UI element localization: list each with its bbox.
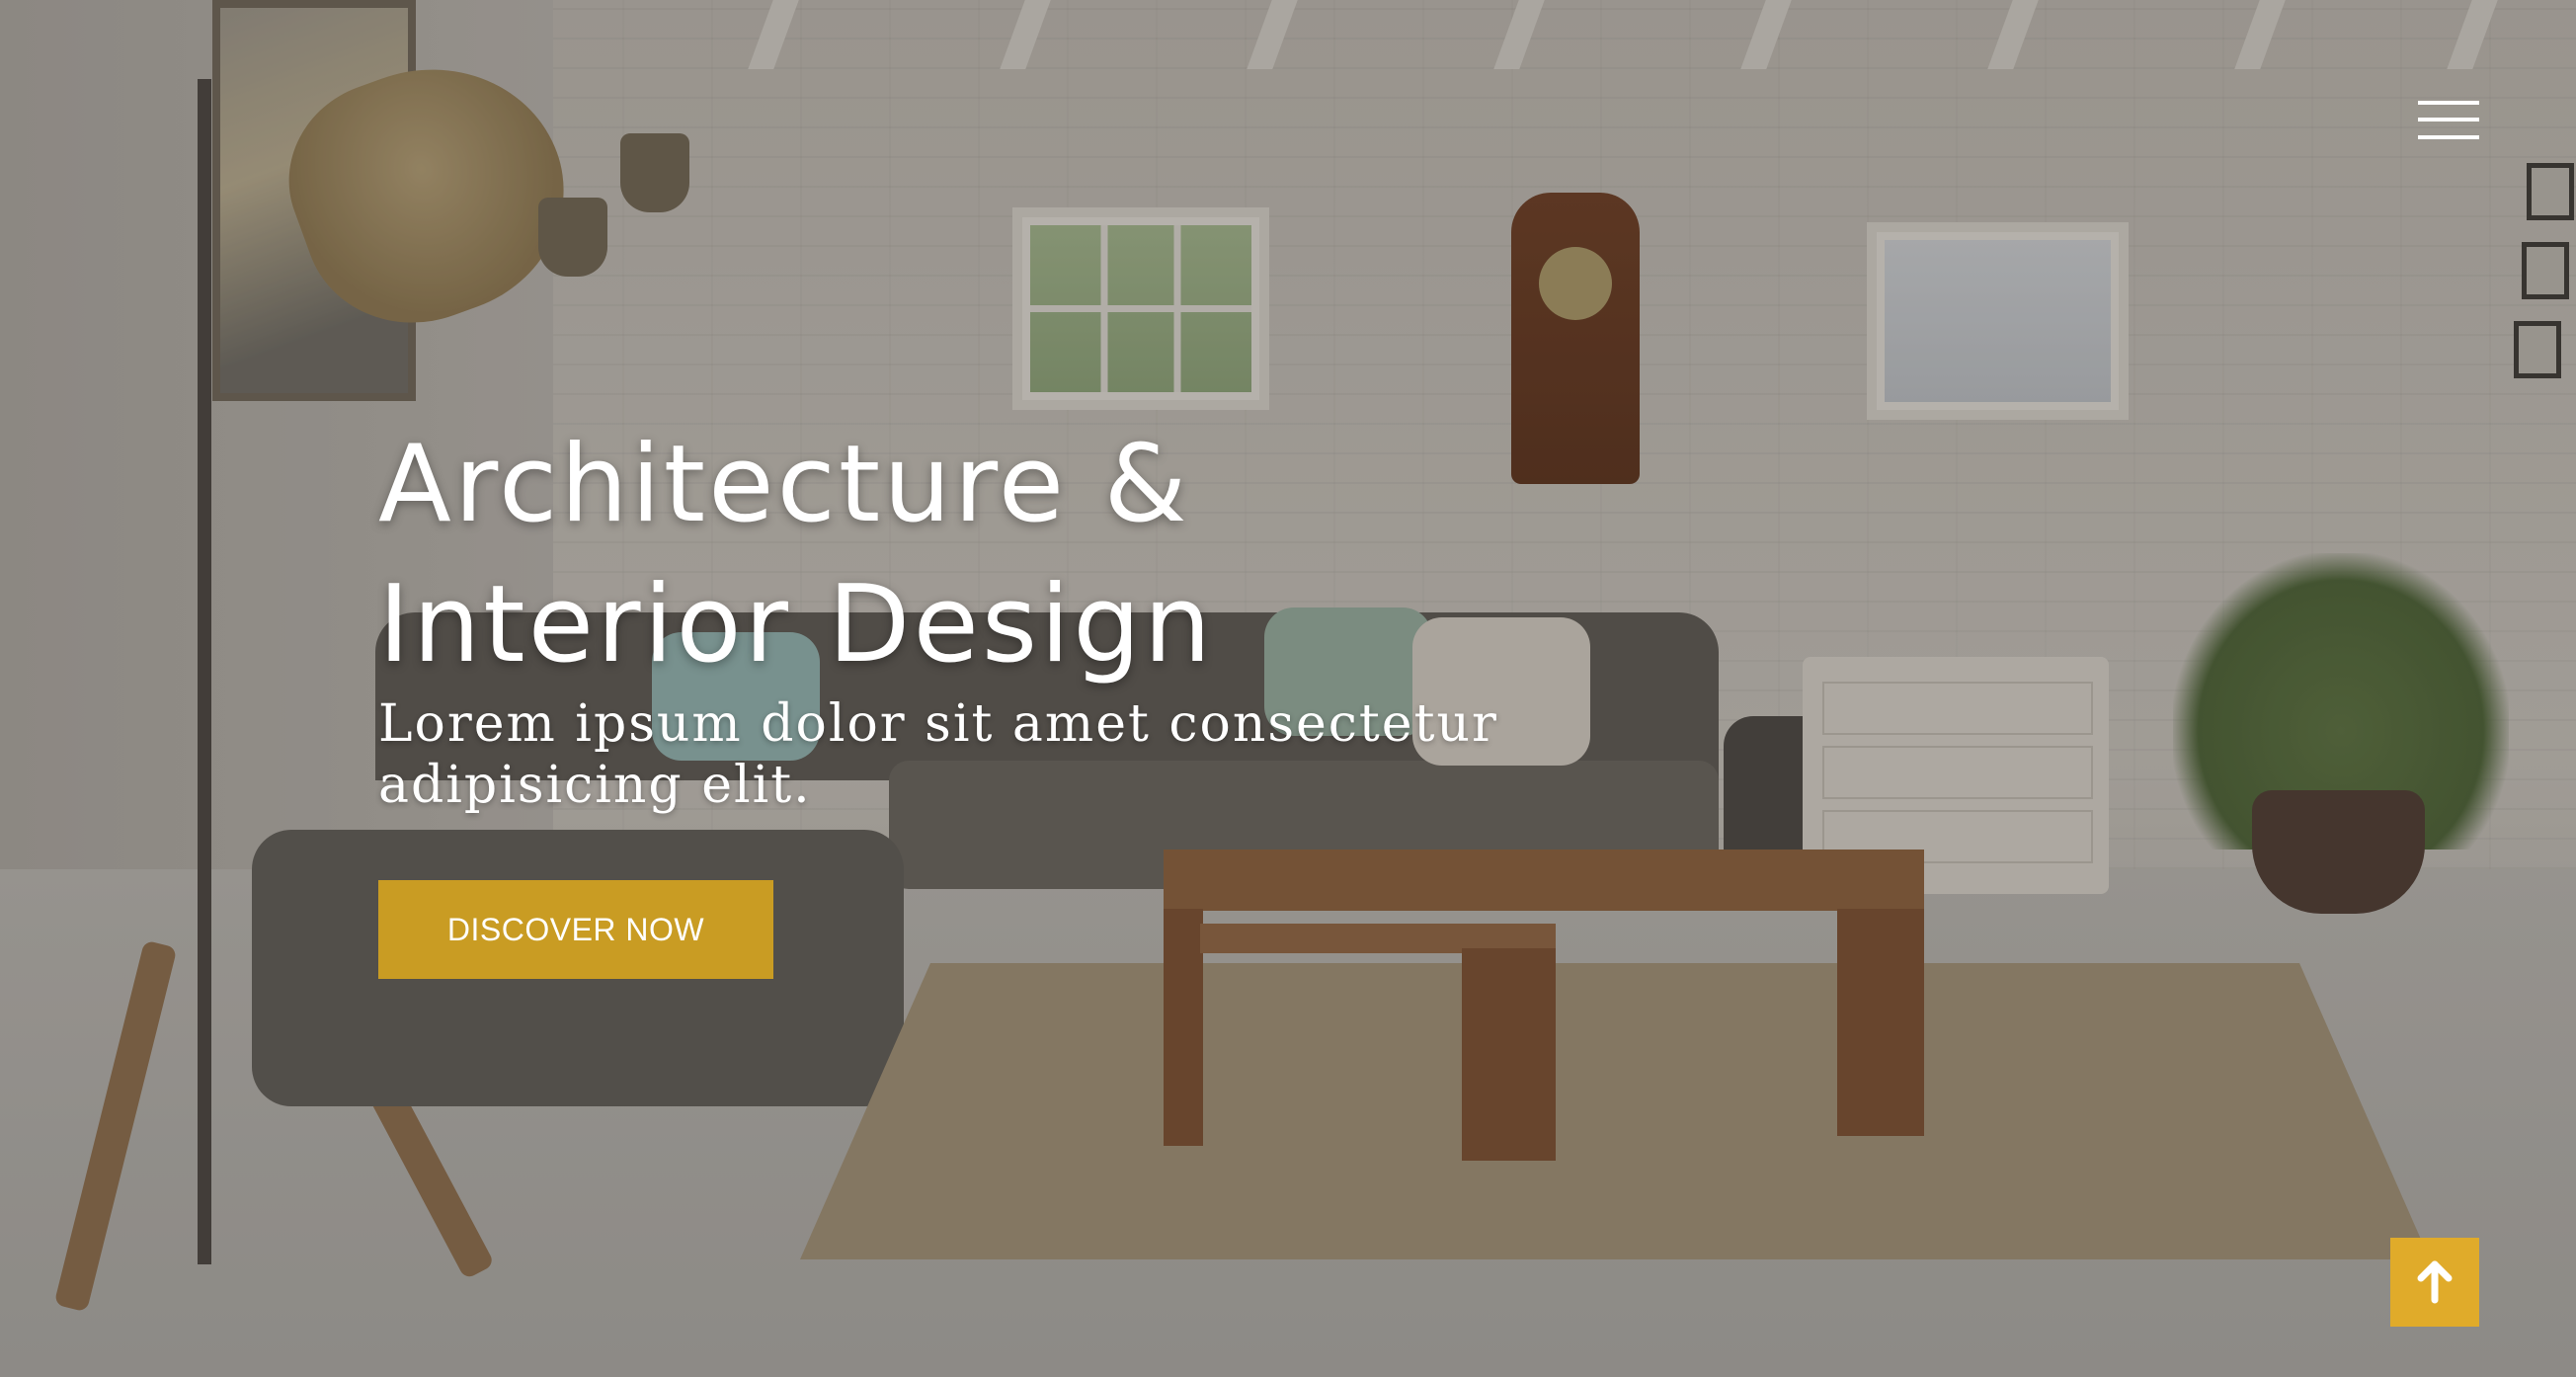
- discover-now-button[interactable]: DISCOVER NOW: [378, 880, 773, 979]
- scroll-to-top-button[interactable]: [2390, 1238, 2479, 1327]
- hamburger-menu-icon[interactable]: [2418, 101, 2479, 140]
- arrow-up-icon: [2417, 1260, 2453, 1304]
- menu-bar: [2418, 101, 2479, 105]
- menu-bar: [2418, 118, 2479, 122]
- menu-bar: [2418, 135, 2479, 139]
- hero-content: Architecture & Interior Design Lorem ips…: [378, 415, 1564, 979]
- hero-title: Architecture & Interior Design: [378, 423, 1215, 687]
- hero-subtitle: Lorem ipsum dolor sit amet consectetur a…: [378, 694, 1498, 815]
